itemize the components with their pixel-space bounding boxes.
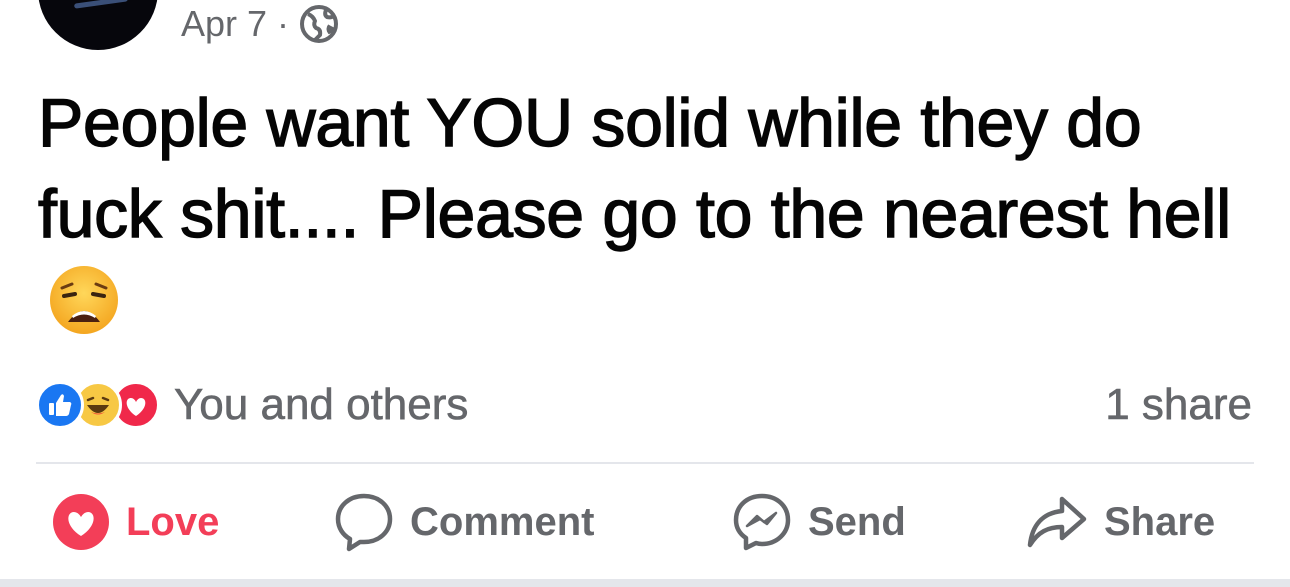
comment-label: Comment [410, 499, 595, 544]
post-text: People want YOU solid while they do fuck… [37, 84, 1232, 252]
post-meta: Apr 7 · [181, 2, 339, 46]
messenger-icon [733, 493, 791, 551]
post-body: People want YOU solid while they do fuck… [37, 78, 1258, 351]
love-label: Love [126, 499, 220, 544]
comment-button[interactable]: Comment [334, 490, 594, 554]
reactions-bar[interactable]: You and others [36, 380, 469, 430]
weary-face-emoji [48, 264, 120, 336]
send-button[interactable]: Send [732, 490, 906, 554]
globe-icon [299, 4, 339, 44]
post-separator-bar [0, 579, 1290, 587]
send-label: Send [808, 499, 906, 544]
love-button[interactable]: Love [52, 490, 219, 554]
share-label: Share [1104, 499, 1216, 544]
share-count[interactable]: 1 share [1105, 380, 1252, 430]
comment-icon [335, 493, 393, 552]
reaction-summary[interactable]: You and others [174, 380, 469, 430]
share-icon [1027, 496, 1087, 548]
share-button[interactable]: Share [1026, 490, 1215, 554]
author-avatar[interactable] [38, 0, 158, 50]
divider [36, 462, 1254, 464]
post-date[interactable]: Apr 7 [181, 3, 267, 45]
like-icon [36, 381, 84, 429]
love-icon [53, 494, 109, 550]
action-bar: Love Comment Send Share [0, 490, 1290, 554]
meta-separator: · [277, 3, 290, 44]
